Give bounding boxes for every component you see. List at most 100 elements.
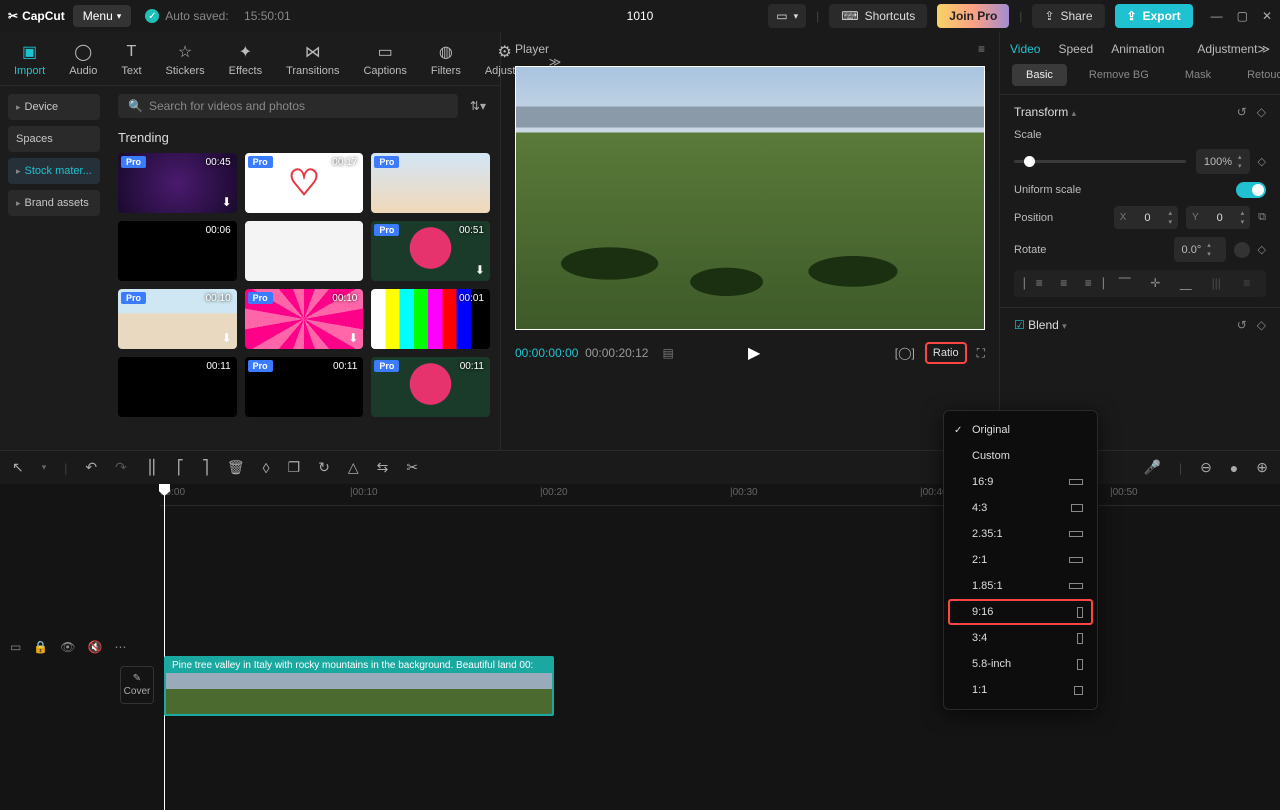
export-button[interactable]: ⇪ Export xyxy=(1115,4,1193,28)
media-card[interactable]: Pro00:11 xyxy=(245,357,364,417)
play-button[interactable]: ▶ xyxy=(748,343,760,363)
keyframe-icon[interactable]: ◇ xyxy=(1257,105,1266,119)
player-viewport[interactable] xyxy=(515,66,985,330)
sidebar-item-stock[interactable]: ▸Stock mater... xyxy=(8,158,100,184)
warning-icon[interactable]: △ xyxy=(348,459,359,476)
tab-adjustment-insp[interactable]: Adjustment≫ xyxy=(1197,42,1270,56)
align-top-icon[interactable]: ⎺ xyxy=(1114,276,1137,291)
distribute-h-icon[interactable]: ||| xyxy=(1205,276,1228,291)
ratio-item-original[interactable]: ✓Original xyxy=(944,417,1097,443)
join-pro-button[interactable]: Join Pro xyxy=(937,4,1009,28)
media-card[interactable]: Pro00:10⬇ xyxy=(245,289,364,349)
menu-button[interactable]: Menu ▾ xyxy=(73,5,132,27)
track-mute-icon[interactable]: 🔇 xyxy=(88,640,103,654)
rotate-keyframe-icon[interactable]: ◇ xyxy=(1258,243,1266,256)
ratio-item-43[interactable]: 4:3 xyxy=(944,495,1097,521)
rotate-value[interactable]: 0.0°▴▾ xyxy=(1174,237,1226,262)
position-y-input[interactable]: Y▴▾ xyxy=(1186,206,1250,229)
close-icon[interactable]: ✕ xyxy=(1262,9,1272,23)
timeline-clip[interactable]: Pine tree valley in Italy with rocky mou… xyxy=(164,656,554,716)
rotate-dial[interactable] xyxy=(1234,242,1250,258)
align-left-icon[interactable]: ⎸≡ xyxy=(1022,276,1045,291)
project-title[interactable]: 1010 xyxy=(627,9,654,23)
download-icon[interactable]: ⬇ xyxy=(222,195,232,209)
ratio-item-11[interactable]: 1:1 xyxy=(944,677,1097,703)
media-card[interactable] xyxy=(245,221,364,281)
sidebar-item-spaces[interactable]: Spaces xyxy=(8,126,100,152)
aspect-preset-button[interactable]: ▭ ▾ xyxy=(768,4,806,28)
filter-button[interactable]: ⇅▾ xyxy=(466,95,490,117)
ratio-item-34[interactable]: 3:4 xyxy=(944,625,1097,651)
zoom-in-icon[interactable]: ⊕ xyxy=(1256,459,1268,476)
search-input[interactable]: 🔍Search for videos and photos xyxy=(118,94,458,118)
media-card[interactable]: 00:01 xyxy=(371,289,490,349)
track-lock-icon[interactable]: 🔒 xyxy=(33,640,48,654)
media-card[interactable]: Pro00:17⬇ xyxy=(245,153,364,213)
download-icon[interactable]: ⬇ xyxy=(222,331,232,345)
ratio-item-1851[interactable]: 1.85:1 xyxy=(944,573,1097,599)
scale-slider[interactable] xyxy=(1014,160,1186,163)
pointer-tool-icon[interactable]: ↖ xyxy=(12,459,24,476)
subtab-retouch[interactable]: Retouch xyxy=(1233,64,1280,86)
media-card[interactable]: Pro00:10⬇ xyxy=(118,289,237,349)
media-card[interactable]: Pro00:51⬇ xyxy=(371,221,490,281)
ratio-item-2351[interactable]: 2.35:1 xyxy=(944,521,1097,547)
subtab-basic[interactable]: Basic xyxy=(1012,64,1067,86)
scale-keyframe-icon[interactable]: ◇ xyxy=(1258,155,1266,168)
media-card[interactable]: Pro xyxy=(371,153,490,213)
tab-import[interactable]: ▣Import xyxy=(10,38,49,85)
zoom-slider-icon[interactable]: ● xyxy=(1230,460,1238,476)
tab-transitions[interactable]: ⋈Transitions xyxy=(282,38,343,85)
tab-filters[interactable]: ◍Filters xyxy=(427,38,465,85)
media-card[interactable]: Pro00:11 xyxy=(371,357,490,417)
player-menu-icon[interactable]: ≡ xyxy=(978,42,985,56)
cover-button[interactable]: ✎ Cover xyxy=(120,666,154,704)
copy-icon[interactable]: ❐ xyxy=(288,459,301,476)
uniform-scale-toggle[interactable] xyxy=(1236,182,1266,198)
download-icon[interactable]: ⬇ xyxy=(348,331,358,345)
media-card[interactable]: Pro00:45⬇ xyxy=(118,153,237,213)
scale-value[interactable]: 100%▴▾ xyxy=(1196,149,1250,174)
align-right-icon[interactable]: ≡⎹ xyxy=(1083,276,1106,291)
redo-icon[interactable]: ↷ xyxy=(115,459,127,476)
reset-icon[interactable]: ↺ xyxy=(1237,105,1247,119)
maximize-icon[interactable]: ▢ xyxy=(1237,9,1248,23)
position-x-input[interactable]: X▴▾ xyxy=(1114,206,1178,229)
tab-video[interactable]: Video xyxy=(1010,42,1040,56)
track-visible-icon[interactable]: 👁 xyxy=(60,640,75,654)
track-more-icon[interactable]: ⋯ xyxy=(114,640,126,654)
split-icon[interactable]: ⎥⎢ xyxy=(145,459,159,476)
mirror-icon[interactable]: ⇆ xyxy=(377,459,389,476)
blend-keyframe-icon[interactable]: ◇ xyxy=(1257,318,1266,332)
align-bottom-icon[interactable]: ⎽ xyxy=(1175,276,1198,291)
trim-left-icon[interactable]: ⎡ xyxy=(177,459,184,476)
track-video-icon[interactable]: ▭ xyxy=(10,640,21,654)
shortcuts-button[interactable]: ⌨ Shortcuts xyxy=(829,4,927,28)
ratio-item-916[interactable]: 9:16 xyxy=(948,599,1093,625)
trim-right-icon[interactable]: ⎤ xyxy=(202,459,209,476)
tab-animation[interactable]: Animation xyxy=(1111,42,1164,56)
fullscreen-icon[interactable]: ⛶ xyxy=(977,346,985,361)
reverse-icon[interactable]: ↻ xyxy=(318,459,330,476)
crop-icon[interactable]: ✂ xyxy=(406,459,418,476)
ratio-item-169[interactable]: 16:9 xyxy=(944,469,1097,495)
share-button[interactable]: ⇪ Share xyxy=(1032,4,1104,28)
ratio-button[interactable]: Ratio xyxy=(925,342,967,364)
zoom-out-icon[interactable]: ⊖ xyxy=(1200,459,1212,476)
subtab-mask[interactable]: Mask xyxy=(1171,64,1225,86)
blend-reset-icon[interactable]: ↺ xyxy=(1237,318,1247,332)
quality-icon[interactable]: ▤ xyxy=(662,346,673,360)
tab-effects[interactable]: ✦Effects xyxy=(225,38,266,85)
delete-icon[interactable]: 🗑 xyxy=(227,459,245,476)
subtab-removebg[interactable]: Remove BG xyxy=(1075,64,1163,86)
link-icon[interactable]: ⧉ xyxy=(1258,211,1266,224)
tab-captions[interactable]: ▭Captions xyxy=(359,38,410,85)
sidebar-item-brand[interactable]: ▸Brand assets xyxy=(8,190,100,216)
timeline-ruler[interactable]: 00:00|00:10|00:20|00:30|00:40|00:50 xyxy=(160,484,1280,506)
download-icon[interactable]: ⬇ xyxy=(348,195,358,209)
download-icon[interactable]: ⬇ xyxy=(475,263,485,277)
safe-zone-icon[interactable]: [◯] xyxy=(895,346,915,360)
ratio-item-21[interactable]: 2:1 xyxy=(944,547,1097,573)
marker-icon[interactable]: ◊ xyxy=(263,460,270,476)
mic-icon[interactable]: 🎤 xyxy=(1144,459,1161,476)
